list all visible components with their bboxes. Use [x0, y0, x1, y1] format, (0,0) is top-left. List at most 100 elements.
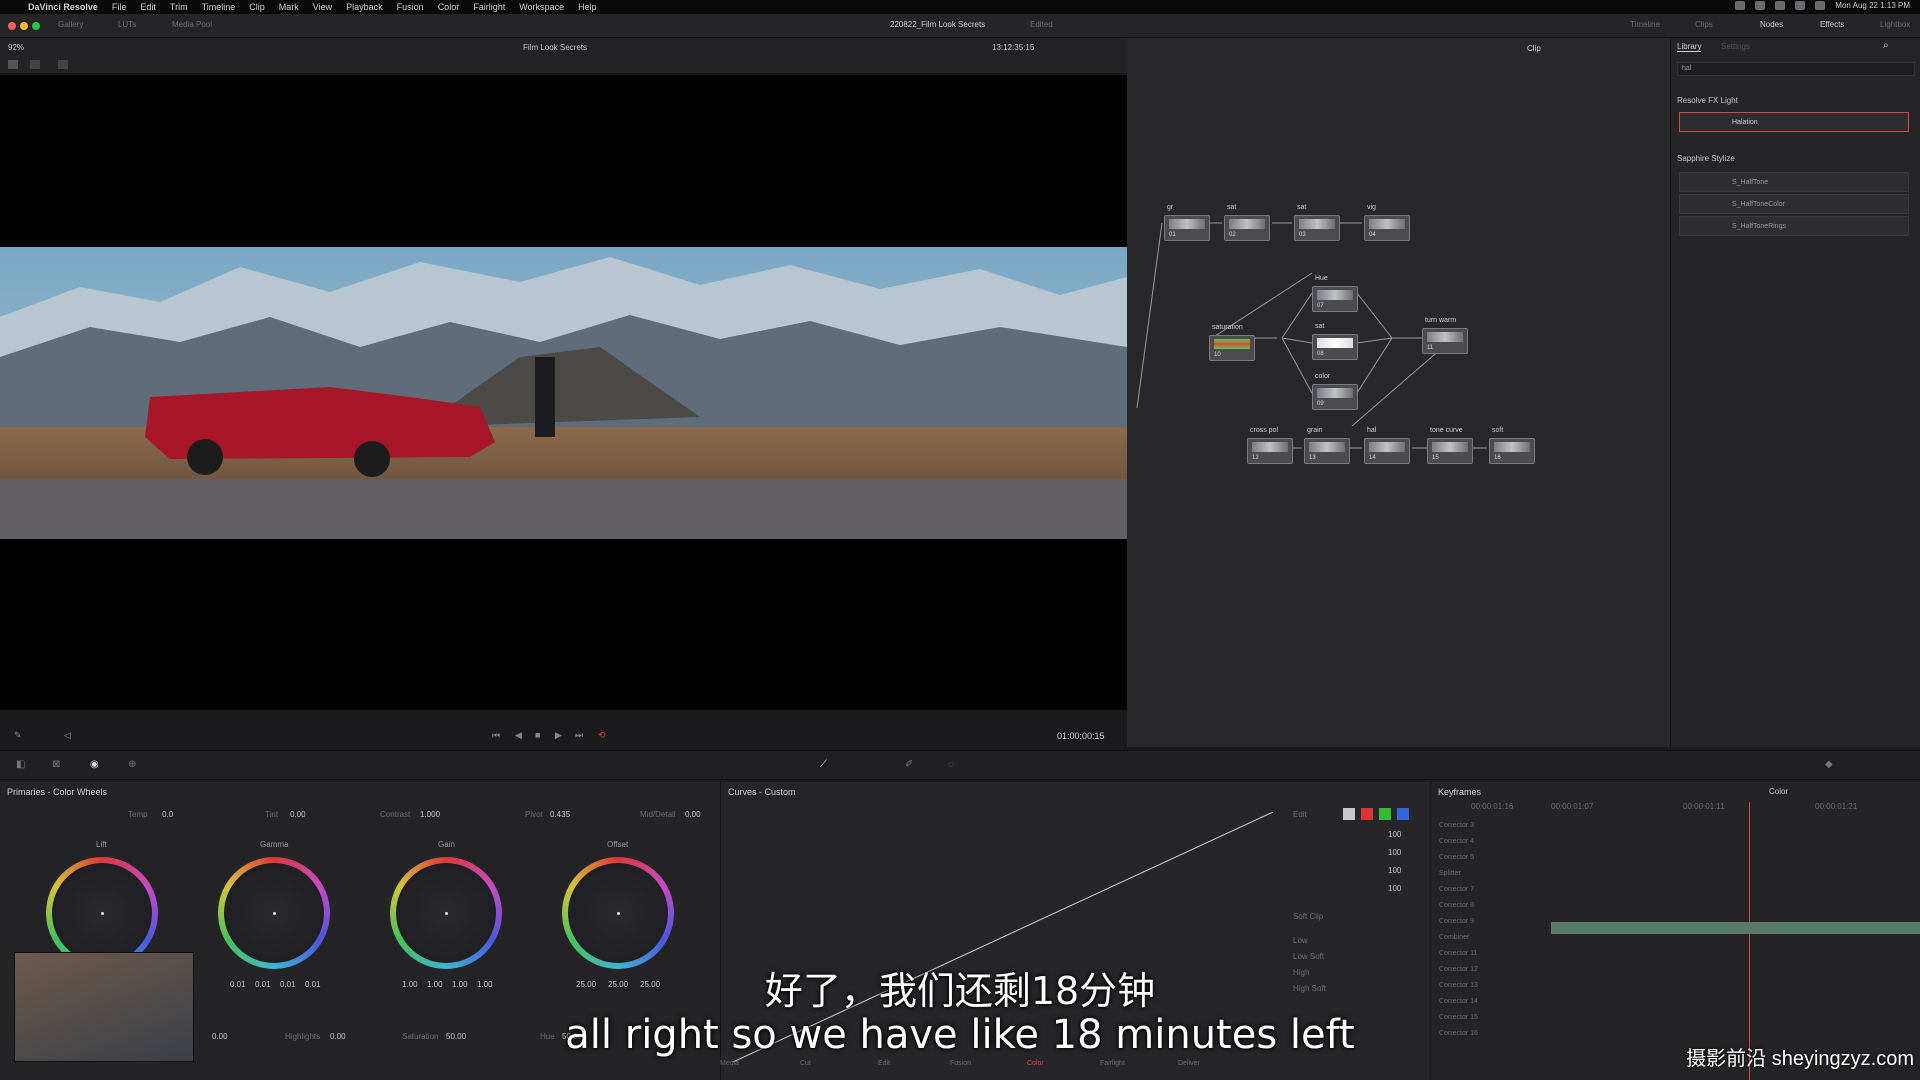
keyframe-row[interactable]: Corrector 4 — [1439, 838, 1474, 845]
loop-icon[interactable]: ⟲ — [598, 730, 606, 741]
keyframe-row[interactable]: Splitter — [1439, 870, 1461, 877]
zoom-dropdown[interactable]: 92% — [8, 43, 24, 52]
intensity-value[interactable]: 100 — [1388, 848, 1401, 857]
offset-cursor[interactable] — [617, 912, 620, 915]
intensity-value[interactable]: 100 — [1388, 866, 1401, 875]
node-graph[interactable]: Clip gr 01 sat 02 sat 03 vig 04 Hue 07 sat 08 … — [1127, 38, 1670, 747]
effect-s-halftonerings[interactable]: S_HalfToneRings — [1679, 216, 1909, 236]
gain-wheel[interactable] — [390, 857, 502, 969]
lightbox-toggle[interactable]: Lightbox — [1880, 20, 1910, 29]
status-icon[interactable] — [1775, 1, 1786, 10]
wifi-icon[interactable] — [1795, 1, 1806, 10]
keyframe-row[interactable]: Corrector 3 — [1439, 822, 1474, 829]
zoom-window-button[interactable] — [32, 22, 40, 30]
gain-cursor[interactable] — [445, 912, 448, 915]
node-07[interactable]: Hue 07 — [1312, 275, 1358, 312]
menu-view[interactable]: View — [313, 2, 332, 12]
viewer-mode-icon[interactable] — [8, 60, 18, 69]
node-15[interactable]: tone curve 15 — [1427, 427, 1473, 464]
keyframes-icon[interactable]: ◆ — [1825, 759, 1833, 770]
page-edit[interactable]: Edit — [878, 1060, 890, 1067]
page-media[interactable]: Media — [720, 1060, 739, 1067]
clips-toggle[interactable]: Clips — [1695, 20, 1713, 29]
gallery-button[interactable]: Gallery — [58, 20, 83, 29]
timeline-name-dropdown[interactable]: Film Look Secrets — [523, 43, 587, 52]
stop-icon[interactable]: ■ — [535, 730, 540, 740]
effect-s-halftonecolor[interactable]: S_HalfToneColor — [1679, 194, 1909, 214]
page-cut[interactable]: Cut — [800, 1060, 811, 1067]
node-11[interactable]: turn warm 11 — [1422, 317, 1468, 354]
gamma-wheel[interactable] — [218, 857, 330, 969]
temp-value[interactable]: 0.0 — [162, 810, 173, 819]
tint-value[interactable]: 0.00 — [290, 810, 306, 819]
node-14[interactable]: hal 14 — [1364, 427, 1410, 464]
menu-color[interactable]: Color — [438, 2, 460, 12]
keyframe-row[interactable]: Corrector 8 — [1439, 902, 1474, 909]
node-01[interactable]: gr 01 — [1164, 204, 1210, 241]
menu-fusion[interactable]: Fusion — [397, 2, 424, 12]
gamma-cursor[interactable] — [273, 912, 276, 915]
search-icon[interactable]: ⌕ — [1883, 40, 1889, 51]
curves-icon[interactable]: ⟋ — [820, 759, 827, 770]
node-03[interactable]: sat 03 — [1294, 204, 1340, 241]
effect-halation[interactable]: Halation — [1679, 112, 1909, 132]
menu-timeline[interactable]: Timeline — [202, 2, 236, 12]
timecode-top[interactable]: 13:12:35:15 — [992, 43, 1034, 52]
curve-all-swatch[interactable] — [1343, 808, 1355, 820]
keyframe-row[interactable]: Corrector 11 — [1439, 950, 1477, 957]
color-match-icon[interactable]: ⊠ — [52, 759, 60, 770]
tab-settings[interactable]: Settings — [1721, 42, 1750, 51]
camera-raw-icon[interactable]: ◧ — [16, 759, 25, 770]
keyframe-row[interactable]: Combiner — [1439, 934, 1469, 941]
timecode-bottom[interactable]: 01:00:00:15 — [1057, 731, 1105, 741]
section-resolve-fx-light[interactable]: Resolve FX Light — [1677, 96, 1738, 105]
menu-mark[interactable]: Mark — [279, 2, 299, 12]
keyframe-row[interactable]: Corrector 5 — [1439, 854, 1474, 861]
node-10[interactable]: saturation 10 — [1209, 324, 1255, 361]
timeline-toggle[interactable]: Timeline — [1630, 20, 1660, 29]
window-icon[interactable]: ◌ — [948, 759, 954, 770]
node-08[interactable]: sat 08 — [1312, 323, 1358, 360]
play-icon[interactable]: ▶ — [555, 730, 562, 741]
curve-green-swatch[interactable] — [1379, 808, 1391, 820]
menubar-clock[interactable]: Mon Aug 22 1:13 PM — [1835, 1, 1910, 10]
keyframe-row[interactable]: Corrector 7 — [1439, 886, 1474, 893]
step-back-icon[interactable]: ◀ — [515, 730, 522, 741]
qualifier-icon[interactable]: ✐ — [905, 759, 913, 770]
section-sapphire-stylize[interactable]: Sapphire Stylize — [1677, 154, 1735, 163]
node-09[interactable]: color 09 — [1312, 373, 1358, 410]
page-fairlight[interactable]: Fairlight — [1100, 1060, 1125, 1067]
pencil-icon[interactable]: ✎ — [14, 730, 22, 741]
page-fusion[interactable]: Fusion — [950, 1060, 971, 1067]
hdr-icon[interactable]: ⊕ — [128, 759, 136, 770]
next-clip-icon[interactable]: ⏭ — [575, 730, 583, 741]
close-window-button[interactable] — [8, 22, 16, 30]
battery-icon[interactable] — [1815, 1, 1826, 10]
keyframe-track-bar[interactable] — [1551, 922, 1920, 934]
page-color[interactable]: Color — [1027, 1060, 1044, 1067]
luts-button[interactable]: LUTs — [118, 20, 136, 29]
split-view-icon[interactable] — [30, 60, 40, 69]
page-deliver[interactable]: Deliver — [1178, 1060, 1200, 1067]
offset-wheel[interactable] — [562, 857, 674, 969]
effect-s-halftone[interactable]: S_HalfTone — [1679, 172, 1909, 192]
video-viewer[interactable] — [0, 75, 1127, 710]
node-12[interactable]: cross pol 12 — [1247, 427, 1293, 464]
highlight-icon[interactable] — [58, 60, 68, 69]
menu-workspace[interactable]: Workspace — [519, 2, 564, 12]
node-13[interactable]: grain 13 — [1304, 427, 1350, 464]
prev-clip-icon[interactable]: ⏮ — [492, 730, 500, 741]
contrast-value[interactable]: 1.000 — [420, 810, 440, 819]
nodes-toggle[interactable]: Nodes — [1760, 20, 1783, 29]
node-04[interactable]: vig 04 — [1364, 204, 1410, 241]
intensity-value[interactable]: 100 — [1388, 830, 1401, 839]
minimize-window-button[interactable] — [20, 22, 28, 30]
middetail-value[interactable]: 0.00 — [685, 810, 701, 819]
status-icon[interactable] — [1755, 1, 1766, 10]
menu-trim[interactable]: Trim — [170, 2, 188, 12]
effects-toggle[interactable]: Effects — [1820, 20, 1844, 29]
lift-cursor[interactable] — [101, 912, 104, 915]
menu-file[interactable]: File — [112, 2, 127, 12]
keyframes-mode-dropdown[interactable]: Color — [1769, 787, 1788, 796]
node-16[interactable]: soft 16 — [1489, 427, 1535, 464]
